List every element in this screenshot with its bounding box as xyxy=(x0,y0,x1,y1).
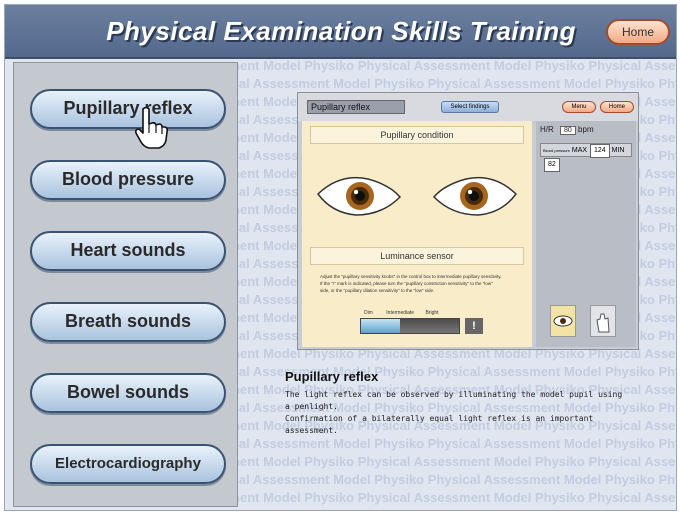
watermark-line: Physical Assessment Model Physiko Physic… xyxy=(237,454,676,469)
app-window: Physical Examination Skills Training Hom… xyxy=(4,4,677,511)
hand-cursor-icon xyxy=(135,106,169,149)
sidebar: Pupillary reflex Blood pressure Heart so… xyxy=(13,62,238,507)
simulator-screenshot: Pupillary reflex Select findings Menu Ho… xyxy=(297,92,639,350)
watermark-line: Physical Assessment Model Physiko Physic… xyxy=(237,507,676,510)
watermark-line: Physical Assessment Model Physiko Physic… xyxy=(237,76,676,91)
hand-thumbnail-icon xyxy=(590,305,616,337)
sensitivity-slider-fill xyxy=(361,319,401,333)
watermark-line: Physical Assessment Model Physiko Physic… xyxy=(237,58,676,73)
eye-thumbnail-icon xyxy=(550,305,576,337)
bp-min-label: MIN xyxy=(611,147,625,154)
sidebar-item-electrocardiography[interactable]: Electrocardiography xyxy=(30,444,226,484)
sensitivity-slider xyxy=(360,318,460,334)
sensitivity-dim-label: Dim xyxy=(364,310,373,316)
heart-rate-value: 80 xyxy=(560,126,576,135)
description-title: Pupillary reflex xyxy=(285,369,379,384)
header-bar: Physical Examination Skills Training Hom… xyxy=(5,5,676,59)
select-findings-button: Select findings xyxy=(441,101,499,113)
bp-min-value: 82 xyxy=(544,158,560,172)
luminance-sensor-label: Luminance sensor xyxy=(310,247,524,265)
vital-signs-panel: H/R 80 bpm Blood pressure MAX 124 MIN 82 xyxy=(536,121,636,347)
simulator-main-panel: Pupillary condition Luminance sensor Adj… xyxy=(302,121,532,347)
simulator-title-field: Pupillary reflex xyxy=(307,100,405,114)
simulator-menu-button: Menu xyxy=(562,101,596,113)
bp-max-label: MAX xyxy=(571,147,588,154)
description-body: The light reflex can be observed by illu… xyxy=(285,390,623,435)
sidebar-item-pupillary-reflex[interactable]: Pupillary reflex xyxy=(30,89,226,129)
alert-indicator: ! xyxy=(465,318,483,334)
watermark-line: Physical Assessment Model Physiko Physic… xyxy=(237,436,676,451)
heart-rate-label: H/R xyxy=(540,125,554,134)
simulator-toolbar: Pupillary reflex Select findings Menu Ho… xyxy=(298,93,638,121)
bp-max-value: 124 xyxy=(589,144,610,158)
page-title: Physical Examination Skills Training xyxy=(106,16,576,46)
sensitivity-instructions: Adjust the "pupillary sensitivity knobs"… xyxy=(320,274,502,293)
heart-rate-unit: bpm xyxy=(578,125,594,134)
sensitivity-bright-label: Bright xyxy=(425,310,439,316)
eyes-illustration-icon xyxy=(317,176,517,216)
heart-rate-row: H/R 80 bpm xyxy=(540,125,594,135)
sidebar-item-bowel-sounds[interactable]: Bowel sounds xyxy=(30,373,226,413)
description-panel: Pupillary reflex The light reflex can be… xyxy=(285,369,675,437)
blood-pressure-row: Blood pressure MAX 124 MIN 82 xyxy=(540,143,632,172)
pupillary-condition-label: Pupillary condition xyxy=(310,126,524,144)
blood-pressure-label: Blood pressure xyxy=(543,148,570,153)
simulator-home-button: Home xyxy=(600,101,634,113)
sensitivity-intermediate-label: Intermediate xyxy=(386,310,415,316)
sidebar-item-blood-pressure[interactable]: Blood pressure xyxy=(30,160,226,200)
watermark-line: Physical Assessment Model Physiko Physic… xyxy=(237,472,676,487)
home-button[interactable]: Home xyxy=(606,19,670,45)
sidebar-item-breath-sounds[interactable]: Breath sounds xyxy=(30,302,226,342)
watermark-line: Physical Assessment Model Physiko Physic… xyxy=(237,490,676,505)
sidebar-item-heart-sounds[interactable]: Heart sounds xyxy=(30,231,226,271)
sensitivity-scale-labels: Dim Intermediate Bright xyxy=(364,310,484,316)
